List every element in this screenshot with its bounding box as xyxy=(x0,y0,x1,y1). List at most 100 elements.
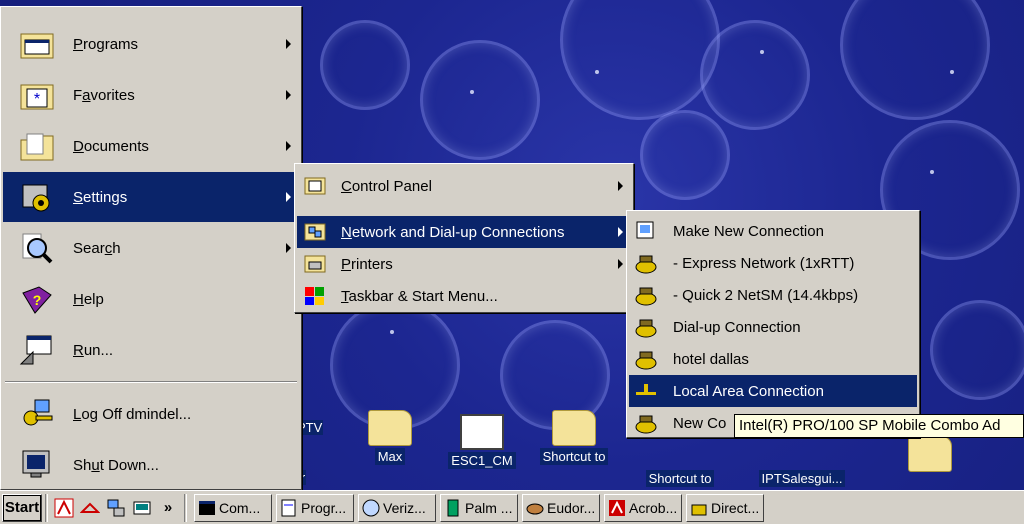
log-off-key-icon xyxy=(17,394,57,434)
wallpaper-dot xyxy=(950,70,954,74)
network-item-local-area[interactable]: Local Area Connection xyxy=(629,375,917,407)
folder-shortcut-icon xyxy=(552,410,596,446)
network-submenu: Make New Connection - Express Network (1… xyxy=(626,210,920,438)
wallpaper-bubble xyxy=(840,0,990,120)
task-label: Com... xyxy=(219,499,261,516)
settings-icon xyxy=(17,177,57,217)
task-label: Eudor... xyxy=(547,499,596,516)
make-new-connection-icon xyxy=(633,218,659,244)
quick-launch-acrobat[interactable] xyxy=(51,495,77,521)
task-button-director[interactable]: Direct... xyxy=(686,493,764,522)
verizon-icon xyxy=(362,499,380,516)
label-part: Sh xyxy=(73,456,92,474)
wallpaper-bubble xyxy=(560,0,720,120)
start-item-settings[interactable]: Settings xyxy=(3,172,299,222)
network-item-quick2[interactable]: - Quick 2 NetSM (14.4kbps) xyxy=(629,279,917,311)
start-item-favorites[interactable]: * Favorites xyxy=(3,70,299,120)
taskbar-divider xyxy=(184,493,187,522)
task-label: Progr... xyxy=(301,499,347,516)
task-button-acrobat[interactable]: Acrob... xyxy=(604,493,682,522)
start-item-log-off[interactable]: Log Off dmindel... xyxy=(3,389,299,439)
network-item-express[interactable]: - Express Network (1xRTT) xyxy=(629,247,917,279)
dialup-phone-icon xyxy=(633,346,659,372)
accelerator: a xyxy=(82,86,91,104)
quick-launch-desktop[interactable] xyxy=(129,495,155,521)
window-shortcut-icon xyxy=(460,414,504,450)
start-item-documents[interactable]: Documents xyxy=(3,121,299,171)
accelerator: D xyxy=(73,137,84,155)
documents-folder-icon xyxy=(17,126,57,166)
help-book-icon: ? xyxy=(17,279,57,319)
svg-text:?: ? xyxy=(33,292,42,308)
desktop-icon-folder[interactable] xyxy=(890,436,970,474)
quick-launch-network[interactable] xyxy=(103,495,129,521)
wallpaper-dot xyxy=(595,70,599,74)
chevron-right-icon xyxy=(286,39,291,49)
settings-item-taskbar[interactable]: Taskbar & Start Menu... xyxy=(297,280,631,312)
wallpaper-bubble xyxy=(320,20,410,110)
network-item-label: - Quick 2 NetSM (14.4kbps) xyxy=(673,286,859,304)
accelerator: u xyxy=(91,456,100,474)
label-part: t Down... xyxy=(99,456,159,474)
task-button-palm[interactable]: Palm ... xyxy=(440,493,518,522)
task-button-programs[interactable]: Progr... xyxy=(276,493,354,522)
task-button-verizon[interactable]: Veriz... xyxy=(358,493,436,522)
label-part: F xyxy=(73,86,83,104)
chevron-right-icon xyxy=(286,90,291,100)
show-desktop-icon xyxy=(133,501,151,514)
programs-folder-icon xyxy=(17,24,57,64)
start-item-shut-down[interactable]: Shut Down... xyxy=(3,440,299,490)
label-part: rinters xyxy=(351,255,393,273)
label-part: etwork and Dial-up Connections xyxy=(351,223,565,241)
quick-launch-app[interactable] xyxy=(77,495,103,521)
quick-launch-more[interactable]: » xyxy=(155,495,181,521)
start-item-run[interactable]: Run... xyxy=(3,325,299,375)
label-part: vorites xyxy=(90,86,135,104)
network-item-label: hotel dallas xyxy=(673,350,749,368)
accelerator: H xyxy=(73,290,84,308)
command-prompt-icon xyxy=(199,500,215,515)
wallpaper-dot xyxy=(930,170,934,174)
task-label: Acrob... xyxy=(629,499,678,516)
folder-shortcut-icon xyxy=(908,436,952,472)
settings-item-network[interactable]: Network and Dial-up Connections xyxy=(297,216,631,248)
network-item-label: Local Area Connection xyxy=(673,382,824,400)
control-panel-icon xyxy=(303,174,327,198)
eudora-icon xyxy=(526,503,544,514)
start-button[interactable]: Start xyxy=(2,493,42,522)
task-label: Palm ... xyxy=(465,499,513,516)
settings-item-control-panel[interactable]: Control Panel xyxy=(297,170,631,202)
start-item-programs[interactable]: Programs xyxy=(3,19,299,69)
printers-icon xyxy=(303,252,327,276)
desktop-icon-label: ESC1_CM xyxy=(448,452,516,469)
palm-icon xyxy=(447,499,459,516)
label-part: un... xyxy=(83,341,114,359)
task-button-command[interactable]: Com... xyxy=(194,493,272,522)
settings-item-printers[interactable]: Printers xyxy=(297,248,631,280)
network-item-make-new[interactable]: Make New Connection xyxy=(629,215,917,247)
start-item-search[interactable]: Search xyxy=(3,223,299,273)
shut-down-icon xyxy=(17,445,57,485)
desktop-icon-label: Shortcut to xyxy=(539,448,609,465)
network-item-dialup[interactable]: Dial-up Connection xyxy=(629,311,917,343)
desktop-icon-label: Shortcut to xyxy=(645,470,715,487)
run-icon xyxy=(17,330,57,370)
label-part: elp xyxy=(83,290,104,308)
start-menu: Programs * Favorites Documents Settings … xyxy=(0,6,302,490)
start-item-help[interactable]: ? Help xyxy=(3,274,299,324)
desktop-icon-esc1-cm[interactable]: ESC1_CM xyxy=(442,414,522,469)
desktop-icon-shortcut2[interactable]: Shortcut to xyxy=(640,470,720,487)
desktop-icon-shortcut1[interactable]: Shortcut to xyxy=(534,410,614,465)
network-item-label: - Express Network (1xRTT) xyxy=(673,254,855,272)
tooltip: Intel(R) PRO/100 SP Mobile Combo Ad xyxy=(734,414,1024,438)
desktop-icon-iptsales[interactable]: IPTSalesgui... xyxy=(752,470,852,487)
desktop-icon-max[interactable]: Max xyxy=(350,410,430,465)
task-button-eudora[interactable]: Eudor... xyxy=(522,493,600,522)
desktop-icon-label: Max xyxy=(374,448,406,465)
accelerator: R xyxy=(73,341,84,359)
label-part: h xyxy=(112,239,121,257)
label-part: askbar & Start Menu... xyxy=(348,287,498,305)
network-item-hotel-dallas[interactable]: hotel dallas xyxy=(629,343,917,375)
director-icon xyxy=(691,504,707,515)
task-label: Veriz... xyxy=(383,499,426,516)
